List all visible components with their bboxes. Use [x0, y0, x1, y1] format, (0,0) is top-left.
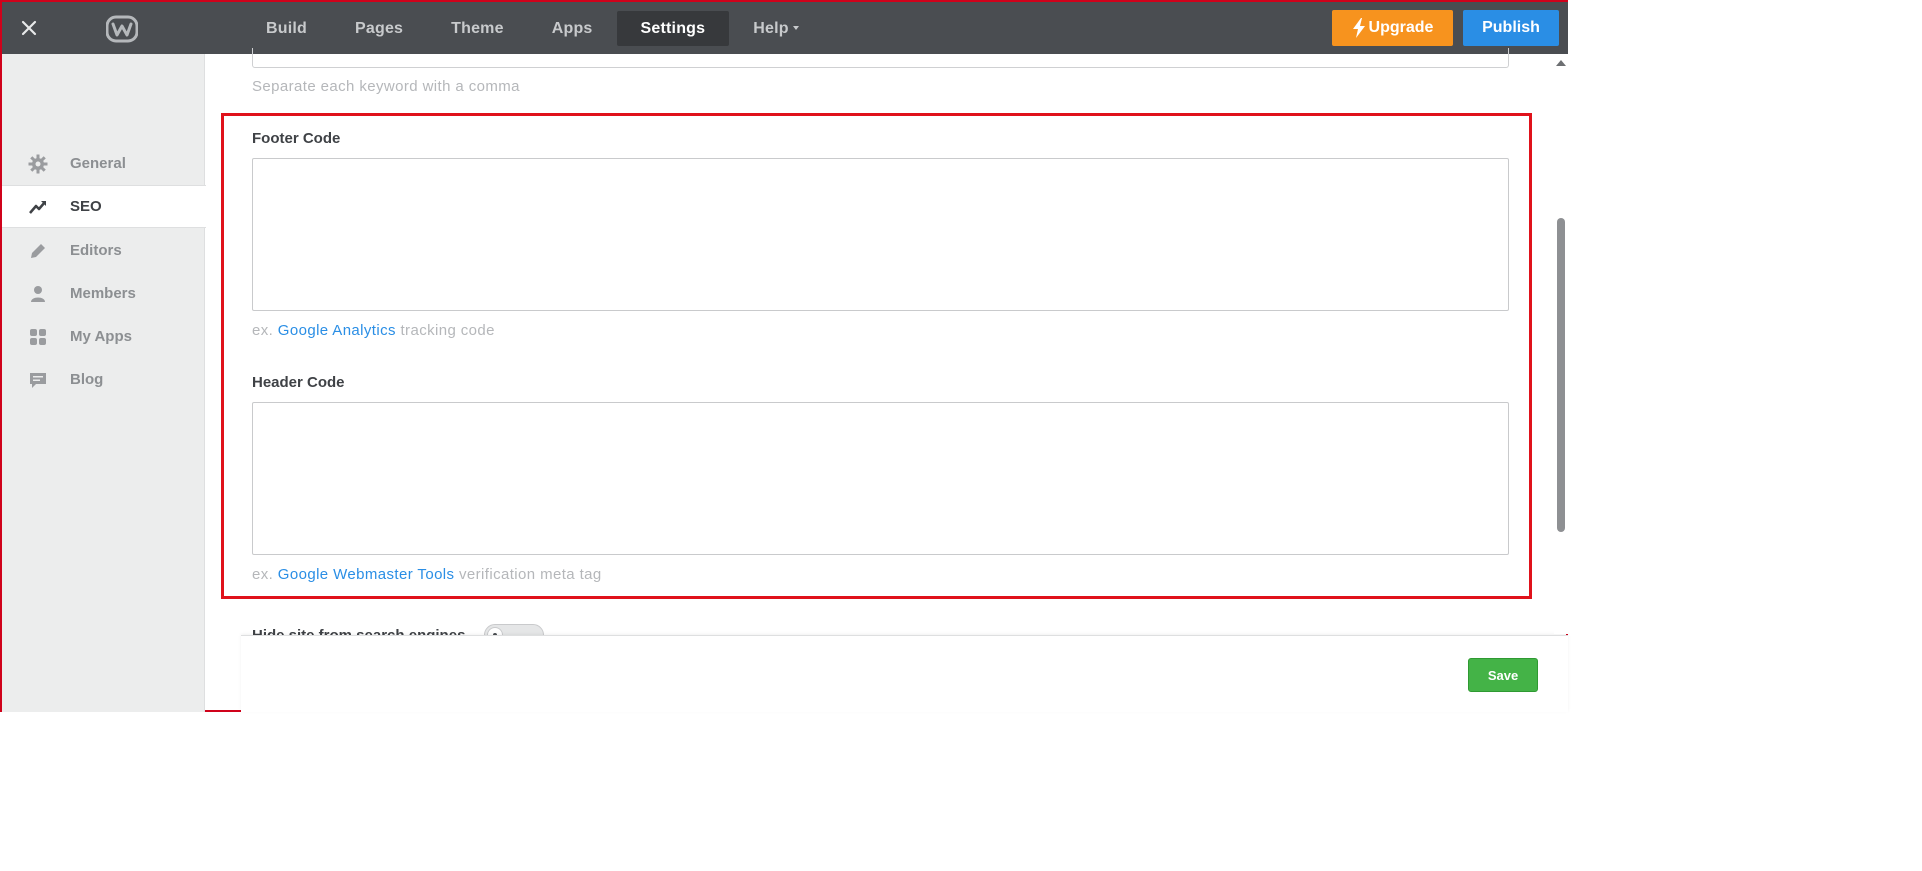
- trending-up-icon: [28, 197, 48, 217]
- nav-build-label: Build: [266, 19, 307, 37]
- keywords-hint: Separate each keyword with a comma: [252, 78, 520, 95]
- nav-apps-label: Apps: [551, 19, 593, 37]
- lightning-icon: [1352, 18, 1365, 38]
- nav-theme[interactable]: Theme: [427, 11, 528, 46]
- footer-code-hint: ex. Google Analytics tracking code: [252, 322, 495, 339]
- sidebar-item-general-label: General: [70, 155, 126, 172]
- weebly-logo-icon[interactable]: [106, 15, 138, 43]
- header-hint-prefix: ex.: [252, 566, 278, 583]
- close-editor-button[interactable]: [16, 15, 42, 41]
- sidebar-item-my-apps-label: My Apps: [70, 328, 132, 345]
- scrollbar[interactable]: [1554, 54, 1568, 634]
- upgrade-label: Upgrade: [1368, 19, 1434, 36]
- sidebar-item-my-apps[interactable]: My Apps: [2, 315, 205, 358]
- nav-build[interactable]: Build: [242, 11, 331, 46]
- sidebar-item-seo-label: SEO: [70, 198, 102, 215]
- nav-help[interactable]: Help: [729, 11, 822, 46]
- seo-settings-panel: Separate each keyword with a comma Foote…: [206, 48, 1554, 712]
- nav-apps[interactable]: Apps: [528, 11, 617, 46]
- caret-down-icon: [792, 25, 799, 30]
- main-nav: Build Pages Theme Apps Settings Help: [242, 11, 823, 46]
- footer-code-textarea[interactable]: [252, 158, 1509, 311]
- pencil-icon: [28, 241, 48, 261]
- scroll-thumb[interactable]: [1557, 218, 1565, 532]
- nav-settings[interactable]: Settings: [616, 11, 730, 46]
- save-button[interactable]: Save: [1468, 658, 1538, 692]
- person-icon: [28, 284, 48, 304]
- nav-settings-label: Settings: [640, 19, 706, 37]
- sidebar-item-editors-label: Editors: [70, 242, 122, 259]
- publish-button[interactable]: Publish: [1463, 10, 1559, 46]
- sidebar-item-general[interactable]: General: [2, 142, 205, 185]
- top-navigation-bar: Build Pages Theme Apps Settings Help Upg…: [2, 2, 1568, 54]
- apps-grid-icon: [28, 327, 48, 347]
- sidebar-item-members-label: Members: [70, 285, 136, 302]
- footer-hint-suffix: tracking code: [395, 322, 495, 339]
- nav-pages-label: Pages: [355, 19, 404, 37]
- sidebar-item-members[interactable]: Members: [2, 272, 205, 315]
- sidebar-item-seo[interactable]: SEO: [2, 185, 206, 228]
- header-code-label: Header Code: [252, 374, 345, 391]
- header-code-hint: ex. Google Webmaster Tools verification …: [252, 566, 602, 583]
- header-hint-suffix: verification meta tag: [454, 566, 602, 583]
- upgrade-button[interactable]: Upgrade: [1332, 10, 1453, 46]
- comment-icon: [28, 370, 48, 390]
- settings-sidebar: General SEO Editors Members My Apps Blog: [2, 54, 206, 712]
- footer-hint-prefix: ex.: [252, 322, 278, 339]
- sidebar-item-blog[interactable]: Blog: [2, 358, 205, 401]
- publish-label: Publish: [1482, 19, 1540, 36]
- close-icon: [21, 20, 37, 36]
- sidebar-item-editors[interactable]: Editors: [2, 229, 205, 272]
- header-code-textarea[interactable]: [252, 402, 1509, 555]
- nav-pages[interactable]: Pages: [331, 11, 427, 46]
- sidebar-item-blog-label: Blog: [70, 371, 104, 388]
- gear-icon: [28, 154, 48, 174]
- footer-code-label: Footer Code: [252, 130, 341, 147]
- google-webmaster-tools-link[interactable]: Google Webmaster Tools: [278, 566, 455, 583]
- meta-keywords-input[interactable]: [252, 48, 1509, 68]
- nav-help-label: Help: [753, 19, 789, 37]
- save-label: Save: [1487, 667, 1519, 683]
- save-bar: Save: [241, 635, 1568, 712]
- nav-theme-label: Theme: [451, 19, 504, 37]
- google-analytics-link[interactable]: Google Analytics: [278, 322, 396, 339]
- scroll-up-arrow-icon[interactable]: [1556, 60, 1566, 66]
